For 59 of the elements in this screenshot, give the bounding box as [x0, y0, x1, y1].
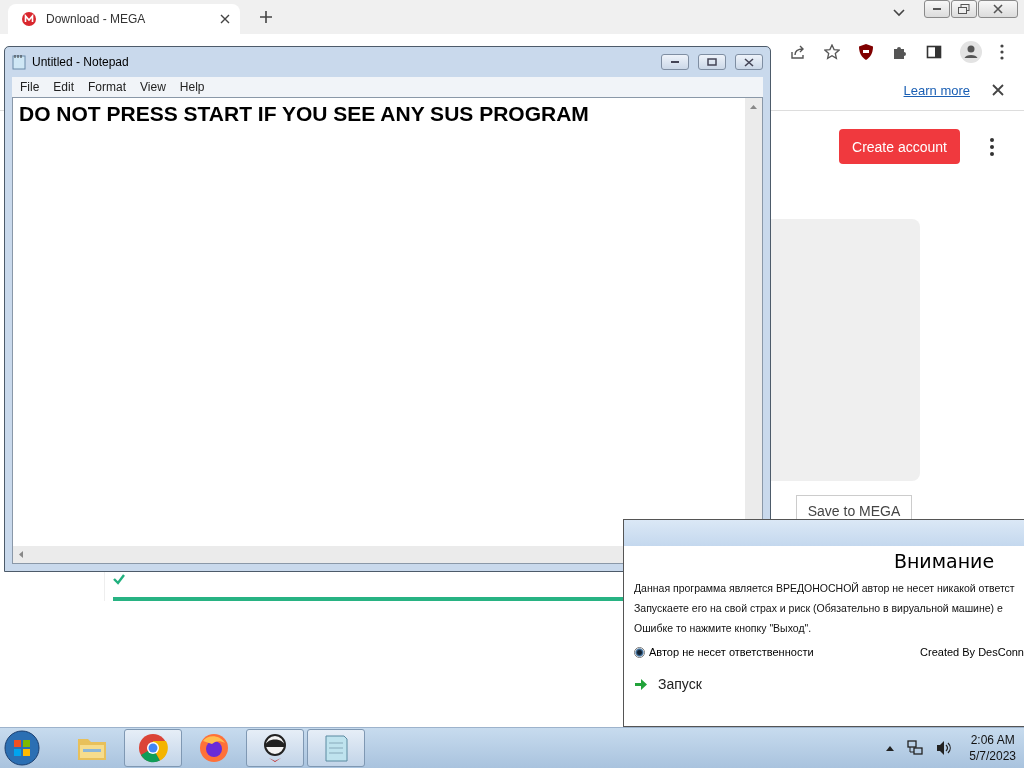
start-button[interactable]: Запуск	[634, 676, 702, 692]
warning-text: Запускаете его на свой страх и риск (Обязательно в вируальной машине) е	[634, 601, 1004, 616]
app-icon	[261, 733, 289, 763]
dialog-heading: Внимание	[892, 550, 996, 572]
check-icon	[113, 573, 125, 585]
firefox-icon	[199, 733, 229, 763]
learn-more-link[interactable]: Learn more	[903, 82, 970, 98]
network-icon[interactable]	[907, 740, 924, 756]
scroll-up-icon[interactable]	[750, 104, 757, 109]
menu-item[interactable]: View	[140, 80, 166, 94]
warning-text: Ошибке то нажмите кнопку "Выход".	[634, 621, 813, 636]
share-icon[interactable]	[790, 44, 806, 60]
mega-logo-icon	[22, 12, 36, 26]
date-text: 5/7/2023	[969, 748, 1016, 764]
taskbar-button[interactable]	[246, 729, 304, 767]
window-title: Untitled - Notepad	[32, 55, 129, 69]
menu-item[interactable]: Edit	[53, 80, 75, 94]
close-icon	[744, 57, 754, 67]
chrome-icon	[138, 733, 168, 763]
create-account-button[interactable]: Create account	[839, 129, 960, 164]
menu-icon[interactable]	[1000, 44, 1004, 60]
maximize-icon	[707, 58, 717, 66]
close-icon[interactable]	[992, 84, 1004, 96]
notepad-icon	[322, 733, 350, 763]
scroll-left-icon[interactable]	[18, 551, 23, 558]
minimize-button[interactable]	[661, 54, 689, 70]
minimize-icon	[670, 60, 680, 64]
chevron-down-icon[interactable]	[893, 8, 905, 17]
tab-title: Download - MEGA	[46, 12, 147, 26]
start-button[interactable]	[4, 730, 40, 766]
disclaimer-radio[interactable]: Автор не несет ответственности	[634, 646, 814, 658]
puzzle-icon[interactable]	[892, 44, 908, 60]
minimize-icon	[932, 7, 942, 11]
star-icon[interactable]	[824, 44, 840, 60]
close-button[interactable]	[735, 54, 763, 70]
menu-item[interactable]: Format	[88, 80, 127, 94]
restore-icon	[958, 4, 970, 14]
minimize-button[interactable]	[924, 0, 950, 18]
side-panel-icon[interactable]	[926, 44, 942, 60]
maximize-button[interactable]	[698, 54, 726, 70]
time-text: 2:06 AM	[970, 732, 1015, 748]
clock[interactable]: 2:06 AM 5/7/2023	[969, 732, 1016, 764]
more-icon[interactable]	[990, 137, 994, 156]
volume-icon[interactable]	[936, 740, 953, 756]
new-tab-icon[interactable]	[260, 11, 272, 23]
tray-arrow-icon[interactable]	[886, 745, 895, 751]
profile-icon[interactable]	[960, 41, 982, 63]
close-icon	[993, 4, 1003, 14]
credit-text: Created By DesConn	[920, 646, 1024, 658]
close-button[interactable]	[978, 0, 1018, 18]
warning-text: Данная программа является ВРЕДОНОСНОЙ автор не несет никакой ответст	[634, 581, 1016, 596]
restore-button[interactable]	[951, 0, 977, 18]
menu-item[interactable]: File	[20, 80, 40, 94]
browser-tab[interactable]: Download - MEGA	[8, 4, 240, 34]
shield-icon[interactable]	[858, 43, 874, 61]
notepad-icon	[12, 54, 26, 70]
arrow-icon	[634, 677, 648, 691]
close-icon[interactable]	[220, 14, 230, 24]
menu-item[interactable]: Help	[179, 80, 205, 94]
